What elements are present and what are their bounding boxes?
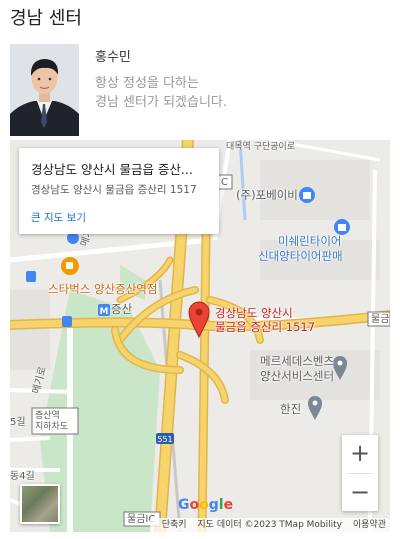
place-label-hanjin[interactable]: 한진 [280,402,301,416]
shopping-icon-2[interactable] [334,219,350,235]
bus-stop-icon-2[interactable] [62,316,72,327]
subway-icon[interactable]: M [98,304,110,317]
shopping-icon[interactable] [299,187,315,203]
place-label-mercedes-1[interactable]: 메르세데스벤츠 [260,354,334,368]
page-title: 경남 센터 [10,8,82,29]
place-label-michelin-2[interactable]: 신대양타이어판매 [258,249,343,263]
map-footer: 단축키 지도 데이터 ©2023 TMap Mobility 이용약관 [149,518,390,532]
info-card-address: 경상남도 양산시 물금읍 증산리 1517 [31,184,197,196]
route-551-label: 551 [157,435,172,444]
map-data-attribution: 지도 데이터 ©2023 TMap Mobility [197,520,342,530]
marker-label-line1[interactable]: 경상남도 양산시 [215,306,293,320]
station-exit-label-2: 지하차도 [35,422,69,432]
zoom-out-button[interactable]: − [342,474,378,511]
marker-label-line2[interactable]: 물금읍 증산리 1517 [215,320,315,334]
road-label-5gil: 5길 [10,417,26,428]
larger-map-link[interactable]: 큰 지도 보기 [31,210,86,225]
info-card-title: 경상남도 양산시 물금읍 증산... [31,162,193,177]
profile-message: 항상 정성을 다하는 경남 센터가 되겠습니다. [95,74,227,112]
svg-text:M: M [100,307,109,317]
place-label-posco[interactable]: (주)포베이비 [236,188,298,202]
road-label-4gil: 동4길 [10,471,35,482]
profile-message-line1: 항상 정성을 다하는 [95,76,199,91]
profile-card: 홍수민 항상 정성을 다하는 경남 센터가 되겠습니다. [10,44,390,136]
map-embed[interactable]: 551 M 대목역 구단공이로 C (주)포베이비 미쉐린타이어 신대양타이어판… [10,140,390,532]
road-label-top: 대목역 구단공이로 [226,142,296,152]
bus-stop-icon[interactable] [26,271,36,282]
profile-message-line2: 경남 센터가 되겠습니다. [95,95,227,110]
profile-photo [10,44,79,136]
terms-link[interactable]: 이용약관 [353,520,386,530]
place-label-mercedes-2[interactable]: 양산서비스센터 [260,369,334,383]
zoom-control: + − [342,435,378,511]
keyboard-shortcuts-link[interactable]: 단축키 [162,520,187,530]
place-label-station[interactable]: 증산 [111,302,132,316]
map-info-card: 경상남도 양산시 물금읍 증산... 경상남도 양산시 물금읍 증산리 1517… [19,148,219,234]
cafe-icon[interactable] [61,257,79,275]
satellite-toggle-thumbnail[interactable] [20,484,60,524]
zoom-in-button[interactable]: + [342,435,378,472]
profile-name: 홍수민 [95,50,131,65]
place-label-starbucks[interactable]: 스타벅스 양산증산역점 [48,282,157,296]
place-label-michelin-1[interactable]: 미쉐린타이어 [278,234,341,248]
person-photo-icon [10,44,79,136]
google-logo: Google [178,497,234,513]
ic-letter-label: C [221,177,228,188]
place-label-mulgeum-right: 물금 [371,314,390,325]
